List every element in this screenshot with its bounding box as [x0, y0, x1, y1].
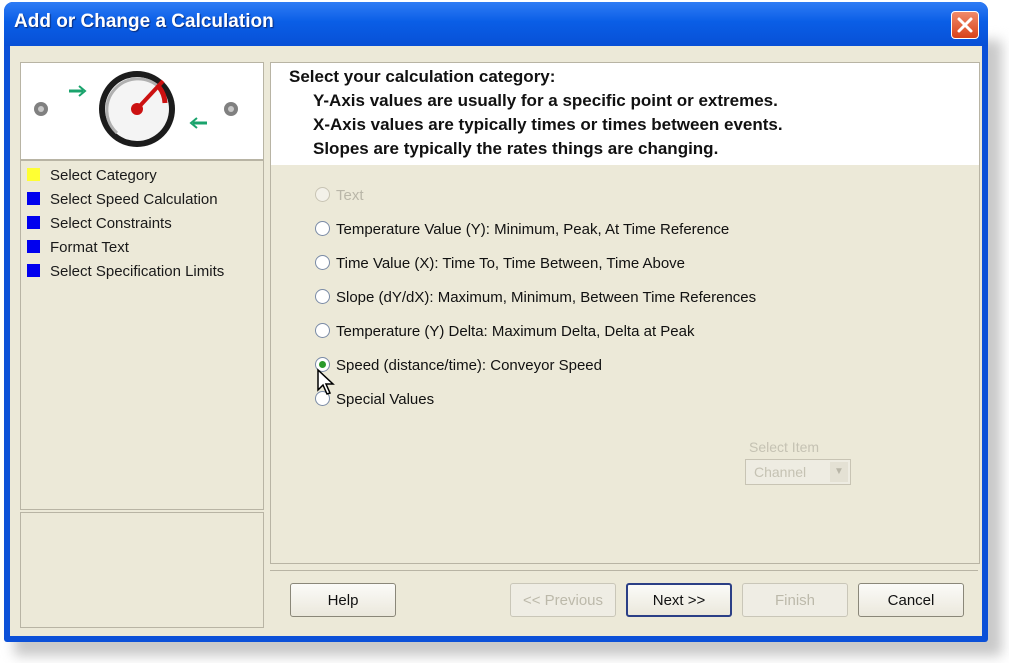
option-label: Temperature (Y) Delta: Maximum Delta, De… — [336, 323, 695, 340]
close-icon — [957, 17, 973, 33]
option-speed[interactable]: Speed (distance/time): Conveyor Speed — [315, 357, 602, 379]
option-label: Special Values — [336, 391, 435, 408]
previous-button[interactable]: << Previous — [510, 583, 616, 617]
finish-button[interactable]: Finish — [742, 583, 848, 617]
step-label: Select Specification Limits — [50, 263, 225, 280]
sidebar-info-panel — [20, 512, 264, 628]
option-label: Slope (dY/dX): Maximum, Minimum, Between… — [336, 289, 757, 306]
instructions-area: Select your calculation category: Y-Axis… — [271, 63, 979, 165]
logo-panel — [20, 62, 264, 160]
select-item-value: Channel — [754, 464, 807, 480]
instructions-line: X-Axis values are typically times or tim… — [313, 115, 783, 134]
select-item-dropdown[interactable]: Channel ▼ — [745, 459, 851, 485]
step-select-category[interactable]: Select Category — [27, 167, 157, 187]
option-text[interactable]: Text — [315, 187, 364, 209]
button-bar: Help << Previous Next >> Finish Cancel — [270, 570, 978, 627]
radio-button[interactable] — [315, 323, 330, 338]
step-select-specification-limits[interactable]: Select Specification Limits — [27, 263, 224, 283]
option-label: Time Value (X): Time To, Time Between, T… — [336, 255, 686, 272]
radio-button[interactable] — [315, 221, 330, 236]
dialog-window: Add or Change a Calculation Select Categ… — [4, 2, 988, 642]
speedometer-icon — [34, 71, 238, 147]
window-title: Add or Change a Calculation — [14, 11, 274, 32]
instructions-line: Slopes are typically the rates things ar… — [313, 139, 719, 158]
option-label: Temperature Value (Y): Minimum, Peak, At… — [336, 221, 730, 238]
help-button[interactable]: Help — [290, 583, 396, 617]
step-label: Format Text — [50, 239, 129, 256]
step-marker — [27, 264, 40, 277]
option-temperature-value[interactable]: Temperature Value (Y): Minimum, Peak, At… — [315, 221, 729, 243]
close-button[interactable] — [951, 11, 979, 39]
instructions-line: Y-Axis values are usually for a specific… — [313, 91, 778, 110]
step-format-text[interactable]: Format Text — [27, 239, 129, 259]
step-select-speed-calculation[interactable]: Select Speed Calculation — [27, 191, 218, 211]
title-bar[interactable]: Add or Change a Calculation — [4, 2, 988, 46]
option-slope[interactable]: Slope (dY/dX): Maximum, Minimum, Between… — [315, 289, 756, 311]
mouse-cursor-icon — [317, 368, 335, 395]
cancel-button[interactable]: Cancel — [858, 583, 964, 617]
step-select-constraints[interactable]: Select Constraints — [27, 215, 172, 235]
option-time-value[interactable]: Time Value (X): Time To, Time Between, T… — [315, 255, 685, 277]
instructions-heading: Select your calculation category: — [289, 67, 556, 86]
step-marker — [27, 240, 40, 253]
dropdown-arrow-icon[interactable]: ▼ — [830, 462, 848, 482]
step-label: Select Category — [50, 167, 157, 184]
step-label: Select Speed Calculation — [50, 191, 218, 208]
step-marker — [27, 216, 40, 229]
select-item-label: Select Item — [749, 439, 820, 455]
radio-button[interactable] — [315, 255, 330, 270]
category-panel: Select your calculation category: Y-Axis… — [270, 62, 980, 564]
option-temperature-delta[interactable]: Temperature (Y) Delta: Maximum Delta, De… — [315, 323, 694, 345]
radio-button[interactable] — [315, 289, 330, 304]
step-label: Select Constraints — [50, 215, 172, 232]
wizard-steps: Select Category Select Speed Calculation… — [20, 160, 264, 510]
step-marker — [27, 192, 40, 205]
radio-button[interactable] — [315, 187, 330, 202]
next-button[interactable]: Next >> — [626, 583, 732, 617]
option-label: Speed (distance/time): Conveyor Speed — [336, 357, 602, 374]
step-marker-current — [27, 168, 40, 181]
dialog-body: Select Category Select Speed Calculation… — [10, 46, 982, 636]
option-label: Text — [336, 187, 364, 204]
